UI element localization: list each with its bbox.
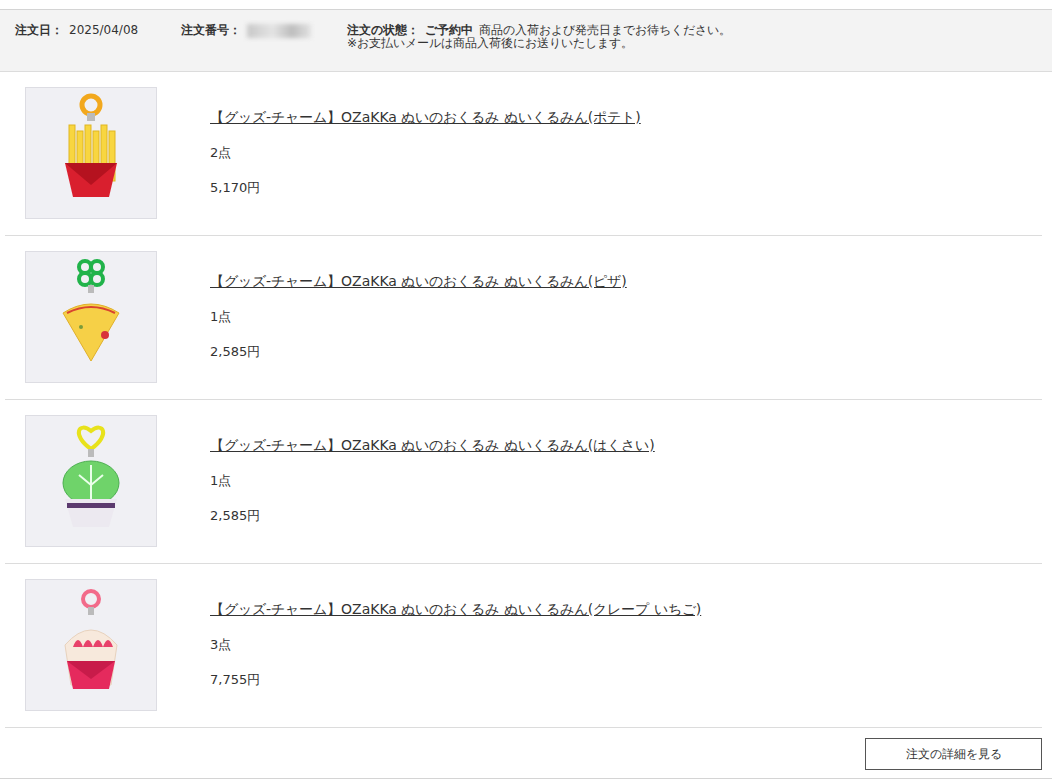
item-name-link[interactable]: 【グッズ-チャーム】OZaKKa ぬいのおくるみ ぬいくるみん(ポテト) [210,109,641,126]
order-item: 【グッズ-チャーム】OZaKKa ぬいのおくるみ ぬいくるみん(ポテト) 2点 5,… [5,72,1042,236]
item-thumbnail[interactable] [25,415,157,547]
order-date-label: 注文日： [15,24,63,37]
item-info: 【グッズ-チャーム】OZaKKa ぬいのおくるみ ぬいくるみん(クレープ いちご… [210,579,701,688]
item-info: 【グッズ-チャーム】OZaKKa ぬいのおくるみ ぬいくるみん(ポテト) 2点 5,… [210,87,641,196]
cabbage-charm-icon [51,421,131,541]
order-status-value: ご予約中 [425,24,473,37]
item-thumbnail[interactable] [25,251,157,383]
item-info: 【グッズ-チャーム】OZaKKa ぬいのおくるみ ぬいくるみん(ピザ) 1点 2,5… [210,251,627,360]
order-status-label: 注文の状態： [347,24,419,37]
item-quantity: 2点 [210,144,641,161]
item-name-link[interactable]: 【グッズ-チャーム】OZaKKa ぬいのおくるみ ぬいくるみん(クレープ いちご… [210,601,701,618]
order-status: 注文の状態： ご予約中商品の入荷および発売日までお待ちください。※お支払いメールは… [347,24,731,50]
payment-note: ※お支払いメールは商品入荷後にお送りいたします。 [347,37,731,50]
order-item: 【グッズ-チャーム】OZaKKa ぬいのおくるみ ぬいくるみん(はくさい) 1点 2… [5,400,1042,564]
pizza-charm-icon [51,257,131,377]
item-name-link[interactable]: 【グッズ-チャーム】OZaKKa ぬいのおくるみ ぬいくるみん(ピザ) [210,273,627,290]
item-list: 【グッズ-チャーム】OZaKKa ぬいのおくるみ ぬいくるみん(ポテト) 2点 5,… [5,72,1042,728]
crepe-charm-icon [51,585,131,705]
item-price: 2,585円 [210,343,627,360]
order-item: 【グッズ-チャーム】OZaKKa ぬいのおくるみ ぬいくるみん(ピザ) 1点 2,5… [5,236,1042,400]
order-number: 注文番号： [181,24,347,38]
order-date: 注文日： 2025/04/08 [15,24,181,37]
order-footer: 注文の詳細を見る [0,728,1052,778]
order-card: 注文日： 2025/04/08 注文番号： 注文の状態： ご予約中商品の入荷および発売日… [0,9,1052,779]
item-thumbnail[interactable] [25,579,157,711]
potato-charm-icon [51,93,131,213]
order-header: 注文日： 2025/04/08 注文番号： 注文の状態： ご予約中商品の入荷および発売日… [0,10,1052,72]
item-price: 5,170円 [210,179,641,196]
order-detail-button[interactable]: 注文の詳細を見る [865,738,1042,770]
item-quantity: 1点 [210,308,627,325]
order-item: 【グッズ-チャーム】OZaKKa ぬいのおくるみ ぬいくるみん(クレープ いちご… [5,564,1042,728]
item-name-link[interactable]: 【グッズ-チャーム】OZaKKa ぬいのおくるみ ぬいくるみん(はくさい) [210,437,655,454]
item-info: 【グッズ-チャーム】OZaKKa ぬいのおくるみ ぬいくるみん(はくさい) 1点 2… [210,415,655,524]
order-number-redacted [247,24,311,38]
item-price: 2,585円 [210,507,655,524]
item-price: 7,755円 [210,671,701,688]
item-quantity: 1点 [210,472,655,489]
item-thumbnail[interactable] [25,87,157,219]
item-quantity: 3点 [210,636,701,653]
page: 注文日： 2025/04/08 注文番号： 注文の状態： ご予約中商品の入荷および発売日… [0,0,1052,780]
order-number-label: 注文番号： [181,24,241,38]
order-status-note: 商品の入荷および発売日までお待ちください。 [479,24,731,37]
order-date-value: 2025/04/08 [69,24,138,37]
